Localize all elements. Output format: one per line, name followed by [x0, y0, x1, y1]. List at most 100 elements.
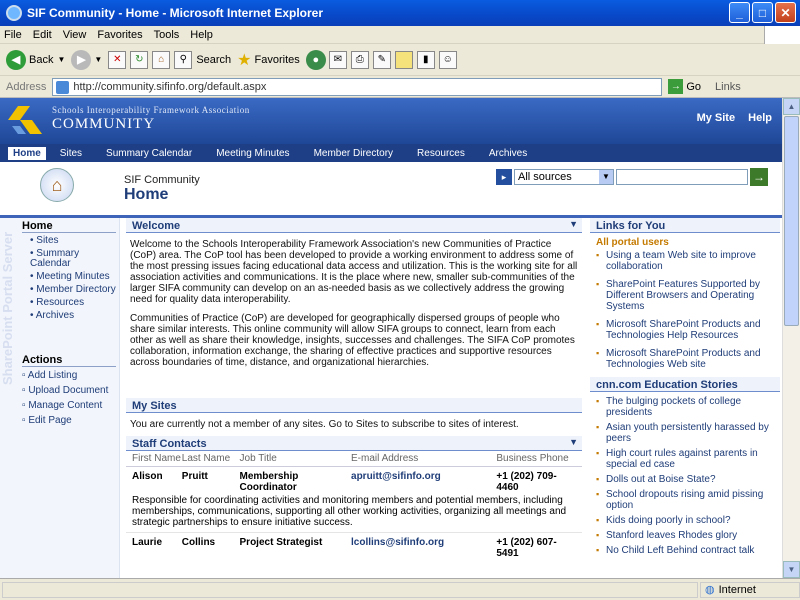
main-zone: Welcome ▼ Welcome to the Schools Interop… [126, 218, 582, 578]
list-item[interactable]: School dropouts rising amid pissing opti… [596, 489, 774, 511]
menu-file[interactable]: File [4, 29, 22, 41]
email-link[interactable]: apruitt@sifinfo.org [351, 471, 496, 493]
status-text [2, 581, 698, 598]
menu-favorites[interactable]: Favorites [97, 29, 142, 41]
list-item[interactable]: Using a team Web site to improve collabo… [596, 250, 774, 272]
col-email[interactable]: E-mail Address [351, 453, 496, 464]
my-site-link[interactable]: My Site [697, 112, 736, 124]
list-item[interactable]: The bulging pockets of college president… [596, 396, 774, 418]
top-navigation: Home Sites Summary Calendar Meeting Minu… [0, 144, 782, 162]
leftnav-item-resources[interactable]: • Resources [30, 298, 118, 308]
actions-heading: Actions [22, 354, 63, 366]
back-button[interactable]: ◀ Back ▼ [6, 49, 65, 70]
print-icon[interactable]: ⎙ [350, 50, 369, 69]
list-item[interactable]: Microsoft SharePoint Products and Techno… [596, 319, 774, 341]
home-icon[interactable]: ⌂ [152, 50, 171, 69]
forward-dropdown-icon[interactable]: ▼ [94, 55, 102, 64]
breadcrumb[interactable]: SIF Community [124, 174, 200, 186]
nav-member-directory[interactable]: Member Directory [314, 148, 393, 159]
welcome-paragraph-1: Welcome to the Schools Interoperability … [130, 239, 578, 305]
menu-help[interactable]: Help [190, 29, 213, 41]
address-label: Address [6, 80, 47, 93]
search-input[interactable] [616, 169, 748, 185]
go-label: Go [686, 80, 702, 93]
list-item[interactable]: No Child Left Behind contract talk [596, 545, 774, 556]
list-item[interactable]: High court rules against parents in spec… [596, 448, 774, 470]
back-dropdown-icon[interactable]: ▼ [57, 55, 65, 64]
maximize-button[interactable]: □ [752, 2, 773, 23]
mysites-webpart-title: My Sites [126, 398, 582, 413]
list-item[interactable]: Dolls out at Boise State? [596, 474, 774, 485]
go-button[interactable]: → Go [668, 79, 701, 94]
col-last-name[interactable]: Last Name [182, 453, 240, 464]
back-label: Back [29, 53, 54, 66]
email-link[interactable]: lcollins@sifinfo.org [351, 537, 496, 559]
leftnav-home[interactable]: Home [22, 220, 53, 232]
home-area-icon: ⌂ [40, 168, 74, 202]
links-list: Using a team Web site to improve collabo… [590, 250, 780, 370]
list-item[interactable]: Microsoft SharePoint Products and Techno… [596, 348, 774, 370]
chevron-down-icon: ▼ [599, 170, 613, 184]
news-webpart-title: cnn.com Education Stories [590, 377, 780, 392]
forward-arrow-icon: ▶ [71, 49, 92, 70]
menu-edit[interactable]: Edit [33, 29, 52, 41]
security-zone: ◍ Internet [700, 581, 800, 598]
links-button[interactable]: Links [715, 81, 741, 93]
stop-icon[interactable]: ✕ [108, 50, 127, 69]
nav-meeting-minutes[interactable]: Meeting Minutes [216, 148, 289, 159]
nav-resources[interactable]: Resources [417, 148, 465, 159]
leftnav-item-summary-calendar[interactable]: • Summary Calendar [30, 249, 118, 269]
list-item[interactable]: SharePoint Features Supported by Differe… [596, 279, 774, 312]
action-manage-content[interactable]: ▫ Manage Content [22, 400, 108, 411]
leftnav-item-meeting-minutes[interactable]: • Meeting Minutes [30, 272, 118, 282]
edit-icon[interactable]: ✎ [372, 50, 391, 69]
search-scope-icon: ▸ [496, 169, 512, 185]
action-add-listing[interactable]: ▫ Add Listing [22, 370, 108, 381]
leftnav-item-sites[interactable]: • Sites [30, 236, 118, 246]
nav-home[interactable]: Home [8, 146, 46, 160]
mysites-body: You are currently not a member of any si… [130, 419, 519, 430]
col-first-name[interactable]: First Name [132, 453, 182, 464]
help-link[interactable]: Help [748, 112, 772, 124]
address-input[interactable]: http://community.sifinfo.org/default.asp… [52, 77, 663, 96]
research-icon[interactable]: ▮ [416, 50, 435, 69]
close-button[interactable]: ✕ [775, 2, 796, 23]
action-upload-document[interactable]: ▫ Upload Document [22, 385, 108, 396]
minimize-button[interactable]: _ [729, 2, 750, 23]
welcome-paragraph-2: Communities of Practice (CoP) are develo… [130, 313, 575, 368]
leftnav-item-archives[interactable]: • Archives [30, 311, 118, 321]
nav-archives[interactable]: Archives [489, 148, 527, 159]
scroll-down-icon[interactable]: ▼ [783, 561, 800, 578]
scroll-up-icon[interactable]: ▲ [783, 98, 800, 115]
webpart-menu-icon[interactable]: ▼ [569, 219, 578, 229]
list-item[interactable]: Stanford leaves Rhodes glory [596, 530, 774, 541]
forward-button[interactable]: ▶ ▼ [71, 49, 102, 70]
menu-view[interactable]: View [63, 29, 87, 41]
list-item[interactable]: Asian youth persistently harassed by pee… [596, 422, 774, 444]
menu-tools[interactable]: Tools [154, 29, 180, 41]
col-job-title[interactable]: Job Title [240, 453, 352, 464]
discuss-icon[interactable] [394, 50, 413, 69]
scroll-thumb[interactable] [784, 116, 799, 326]
page-viewport: Schools Interoperability Framework Assoc… [0, 98, 782, 578]
col-phone[interactable]: Business Phone [496, 453, 576, 464]
menu-bar: File Edit View Favorites Tools Help [0, 26, 800, 44]
back-arrow-icon: ◀ [6, 49, 26, 70]
mail-icon[interactable]: ✉ [328, 50, 347, 69]
welcome-webpart-title: Welcome ▼ [126, 218, 582, 233]
favorites-button[interactable]: ★ Favorites [237, 50, 300, 70]
nav-summary-calendar[interactable]: Summary Calendar [106, 148, 192, 159]
messenger-icon[interactable]: ☺ [438, 50, 457, 69]
search-button[interactable]: ⚲ Search [174, 50, 231, 69]
vertical-scrollbar[interactable]: ▲ ▼ [782, 98, 800, 578]
leftnav-item-member-directory[interactable]: • Member Directory [30, 285, 118, 295]
media-icon[interactable]: ● [305, 49, 326, 70]
nav-sites[interactable]: Sites [60, 148, 82, 159]
webpart-menu-icon[interactable]: ▼ [569, 437, 578, 447]
left-navigation: SharePoint Portal Server Home • Sites • … [0, 218, 120, 578]
search-scope-select[interactable]: All sources ▼ [514, 169, 614, 185]
list-item[interactable]: Kids doing poorly in school? [596, 515, 774, 526]
action-edit-page[interactable]: ▫ Edit Page [22, 415, 108, 426]
search-go-button[interactable]: → [750, 168, 768, 186]
refresh-icon[interactable]: ↻ [130, 50, 149, 69]
